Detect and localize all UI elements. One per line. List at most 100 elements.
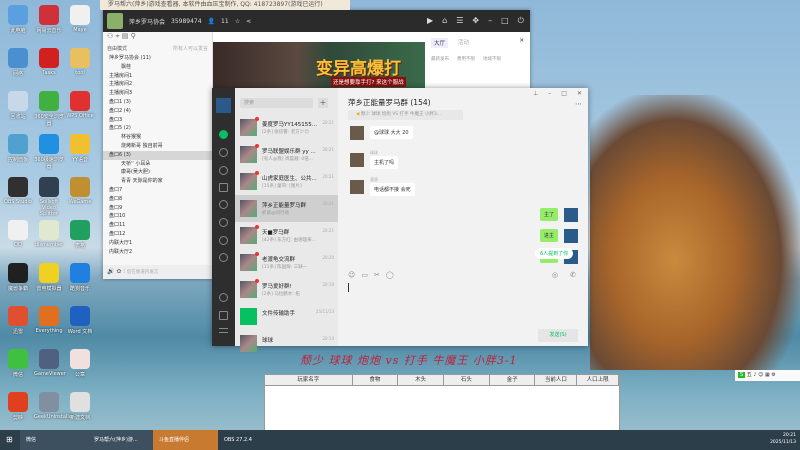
ime-toolbar[interactable]: S 五 ♪ ☺ ▦ ⚙: [735, 370, 800, 381]
clock-date[interactable]: 2025/11/13: [770, 439, 796, 446]
channel-tree-item[interactable]: 青青 天际是你的家: [103, 177, 212, 186]
clock-time[interactable]: 20:21: [770, 432, 796, 439]
list-icon[interactable]: ☰: [456, 16, 463, 26]
equalizer-icon[interactable]: ⫶: [123, 268, 125, 275]
desktop-icon[interactable]: OBS Studio: [3, 177, 33, 205]
tab-activity[interactable]: 活动: [458, 38, 469, 48]
desktop-icon[interactable]: WPS Office: [65, 91, 95, 119]
gift-icon[interactable]: ✿: [116, 268, 121, 275]
chat-history-icon[interactable]: ◯: [386, 271, 394, 279]
phone-icon[interactable]: [219, 293, 228, 302]
favorites-icon[interactable]: [219, 166, 228, 175]
desktop-icon[interactable]: QQ: [3, 220, 33, 248]
close-icon[interactable]: ✕: [519, 38, 524, 48]
channel-tree-item[interactable]: 内联大厅2: [103, 248, 212, 257]
file-icon[interactable]: ▭: [361, 271, 368, 279]
more-icon[interactable]: ⋯: [575, 100, 582, 108]
send-button[interactable]: 发送(S): [538, 329, 578, 342]
channel-tree-item[interactable]: 盘口10: [103, 212, 212, 221]
channel-tree-item[interactable]: 盘口7: [103, 186, 212, 195]
filter-fee[interactable]: 费用不限: [457, 56, 475, 62]
desktop-icon[interactable]: 回收站: [3, 91, 33, 120]
my-avatar[interactable]: [216, 98, 231, 113]
chat-list-item[interactable]: 天■罗马群 [42条] 东方红: 由德理来... 20:21: [235, 222, 338, 249]
desktop-icon[interactable]: YY语音: [65, 134, 95, 163]
call-icon[interactable]: ✆: [570, 271, 576, 279]
chat-list-item[interactable]: 罗马爱好群! [2条] 马拉鹏水: 拓 20:19: [235, 276, 338, 303]
search-feature-icon[interactable]: [219, 236, 228, 245]
scissors-icon[interactable]: ✂: [374, 271, 380, 279]
desktop-icon[interactable]: 剪映: [3, 392, 33, 421]
person-icon[interactable]: ⚇: [107, 32, 113, 40]
maximize-icon[interactable]: □: [561, 90, 567, 97]
desktop-icon[interactable]: 控制面板: [3, 134, 33, 163]
channel-tree-item[interactable]: 飘荏: [103, 63, 212, 72]
desktop-icon[interactable]: dismember: [34, 220, 64, 248]
channel-tree-item[interactable]: 盘口6 (3): [103, 150, 212, 160]
desktop-icon[interactable]: 迅雷: [3, 306, 33, 335]
desktop-icon[interactable]: tool: [65, 48, 95, 76]
channel-tree-item[interactable]: 盘口5 (2): [103, 124, 212, 133]
chat-hint[interactable]: 您在频道内发言: [127, 270, 159, 275]
desktop-icon[interactable]: 公章: [65, 349, 95, 378]
minimize-icon[interactable]: –: [548, 90, 551, 97]
channel-tree-item[interactable]: 主播房间3: [103, 89, 212, 98]
device-icon[interactable]: [219, 311, 228, 320]
channel-tree-item[interactable]: 康哥(吴大胆): [103, 168, 212, 177]
desktop-icon[interactable]: Tasks: [34, 48, 64, 76]
channel-tree-item[interactable]: 盘口12: [103, 230, 212, 239]
channel-tree-item[interactable]: 盘口11: [103, 221, 212, 230]
pinned-notice[interactable]: ◀ 颓少 球球 炮炮 VS 打手 牛魔王 小胖3...: [348, 110, 463, 120]
desktop-icon[interactable]: WeGame: [65, 177, 95, 205]
desktop-icon[interactable]: 网易云音乐: [34, 5, 64, 34]
filter-region[interactable]: 地域不限: [483, 56, 501, 62]
folder-icon[interactable]: [219, 183, 228, 192]
search-input[interactable]: 搜索: [240, 98, 313, 108]
minimize-icon[interactable]: –: [488, 16, 492, 26]
chat-list-item[interactable]: 文件传输助手 25/11/13: [235, 303, 338, 330]
moments-icon[interactable]: [219, 200, 228, 209]
mention-tip[interactable]: 6人提到了你: [535, 248, 574, 259]
maximize-icon[interactable]: □: [501, 16, 509, 26]
filter-latest[interactable]: 最新发布: [431, 56, 449, 62]
taskbar-item-wechat[interactable]: 微信: [20, 430, 88, 450]
close-icon[interactable]: ✕: [577, 90, 582, 97]
chat-icon[interactable]: [219, 130, 228, 139]
gamepad-icon[interactable]: ✥: [472, 16, 479, 26]
channel-tree-item[interactable]: 盘口9: [103, 204, 212, 213]
channel-tree-item[interactable]: 盘口8: [103, 195, 212, 204]
desktop-icon[interactable]: 网络: [3, 48, 33, 77]
channel-tree-item[interactable]: 天桥'' 小耳朵: [103, 160, 212, 169]
share-icon[interactable]: ⋖: [246, 18, 251, 25]
channel-tree-item[interactable]: 主播房间1: [103, 72, 212, 81]
desktop-icon[interactable]: 微信: [3, 349, 33, 378]
taskbar-item-viewer[interactable]: 罗马帮六(萍乡)游...: [88, 430, 153, 450]
menu-icon[interactable]: [219, 328, 228, 333]
taskbar-item-obs[interactable]: OBS 27.2.4: [218, 430, 260, 450]
search-icon[interactable]: ⚲: [131, 32, 136, 40]
desktop-icon[interactable]: 360安全浏览器: [34, 91, 64, 127]
chat-list-item[interactable]: 姜度罗马YY145155... [2条] 张侦警: 老方少😊 20:21: [235, 114, 338, 141]
mini-program-icon[interactable]: [219, 253, 228, 262]
taskbar-item-douyu[interactable]: 斗鱼直播伴侣: [153, 430, 218, 450]
home-icon[interactable]: ⌂: [442, 16, 447, 26]
start-button[interactable]: ⊞: [0, 430, 20, 450]
pin-icon[interactable]: ⊥: [533, 90, 538, 97]
desktop-icon[interactable]: Word 文档: [65, 306, 95, 335]
chat-list-item[interactable]: 萍乡正能量罗马群 抓紧@同行地 20:21: [235, 195, 338, 222]
desktop-icon[interactable]: 360极速浏览器: [34, 134, 64, 170]
channel-tree-item[interactable]: 盘口2 (4): [103, 107, 212, 116]
tab-hall[interactable]: 大厅: [431, 38, 449, 48]
desktop-icon[interactable]: GameViewer: [34, 349, 66, 377]
channel-tree-item[interactable]: 主播房间2: [103, 80, 212, 89]
chat-list-item[interactable]: 罗马联盟娱乐群 yy ... [有人@我] 周磊顺: 0倍... 20:21: [235, 141, 338, 168]
channel-tree-item[interactable]: 林谷猴猴: [103, 133, 212, 142]
desktop-icon[interactable]: 新建文档: [65, 392, 95, 421]
add-button[interactable]: +: [318, 98, 328, 108]
emoji-icon[interactable]: ☺: [348, 271, 355, 279]
desktop-icon[interactable]: Sollsoft Video Splitter: [34, 177, 64, 217]
desktop-icon[interactable]: 酷狗音乐: [65, 263, 95, 292]
power-icon[interactable]: ⏻: [518, 16, 524, 26]
chat-list-item[interactable]: 老渡龟交流群 [11条] 陈国辉: 三缺一 20:20: [235, 249, 338, 276]
channel-tree-item[interactable]: 盘口3: [103, 116, 212, 125]
